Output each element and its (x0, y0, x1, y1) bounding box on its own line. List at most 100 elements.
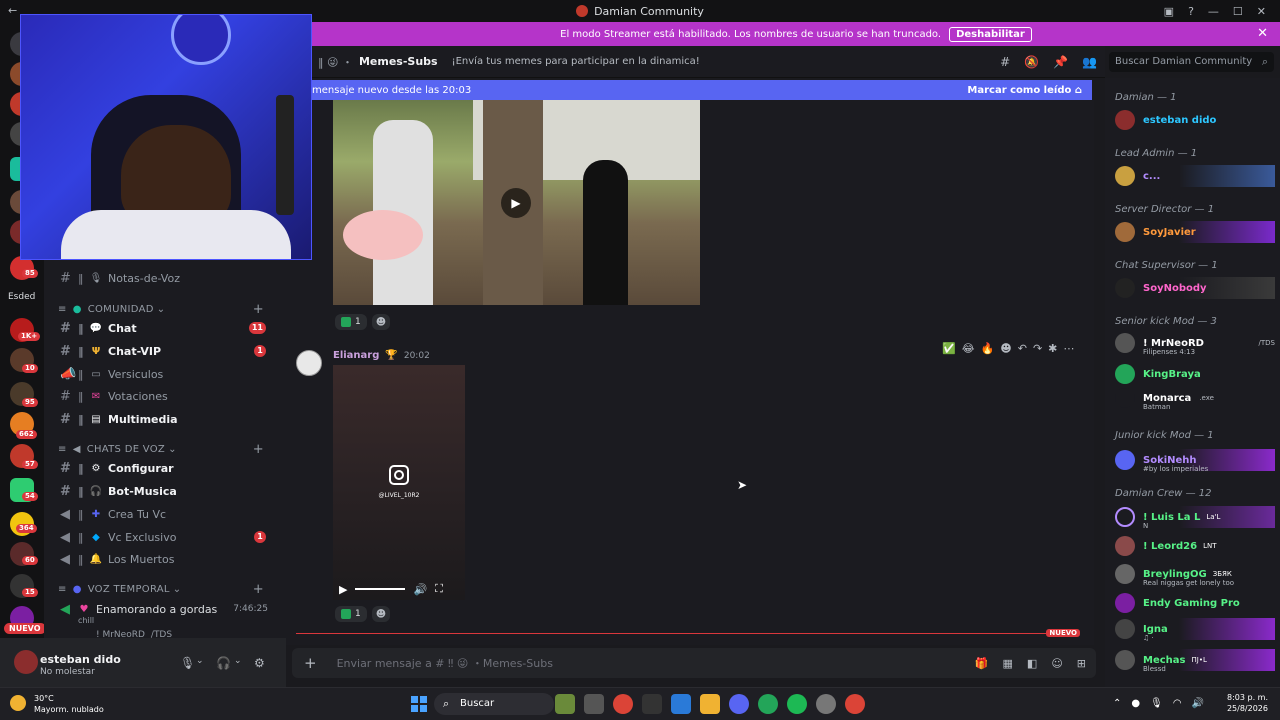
voice-member[interactable]: ! MrNeoRD /TDS (96, 630, 172, 638)
close-icon[interactable]: ✕ (1257, 26, 1268, 41)
channel-notas-de-voz[interactable]: # ‖ 🎙 Notas-de-Voz (60, 268, 280, 288)
chevron-down-icon[interactable]: ⌄ (196, 656, 204, 666)
member-item[interactable]: SokiNehh #by los imperiales (1115, 449, 1275, 473)
pin-icon[interactable]: ✱ (1048, 342, 1057, 355)
chevron-down-icon[interactable]: ⌄ (234, 656, 242, 666)
check-emoji-icon[interactable]: ✅ (942, 342, 956, 355)
chevron-up-icon[interactable]: ⌃ (1113, 698, 1121, 709)
new-messages-bar[interactable]: mensaje nuevo desde las 20:03 Marcar com… (312, 80, 1092, 100)
member-item[interactable]: KingBraya (1115, 363, 1275, 385)
app-icon[interactable] (758, 694, 778, 714)
emoji-icon[interactable]: ☺ (1051, 657, 1062, 670)
spotify-icon[interactable] (787, 694, 807, 714)
forward-icon[interactable]: ↷ (1033, 342, 1042, 355)
apps-icon[interactable]: ⊞ (1077, 657, 1086, 670)
threads-icon[interactable]: # (1000, 55, 1010, 69)
category-chats-de-voz[interactable]: ≡ ◀ CHATS DE VOZ ⌄ + (58, 441, 278, 457)
channel-los-muertos[interactable]: ◀ ‖ 🔔 Los Muertos (60, 549, 280, 569)
close-window-button[interactable]: ✕ (1257, 5, 1266, 18)
reaction-button[interactable]: 1 (335, 606, 367, 622)
play-icon[interactable]: ▶ (339, 583, 347, 596)
add-channel-button[interactable]: + (253, 302, 264, 317)
attach-plus-icon[interactable]: + (304, 654, 317, 672)
avatar[interactable] (296, 350, 322, 376)
channel-multimedia[interactable]: # ‖ ▤ Multimedia (60, 409, 280, 429)
member-item[interactable]: Monarca .exe Batman (1115, 387, 1275, 411)
video-attachment[interactable]: @LIVEL_10R2 (333, 365, 465, 600)
windows-start-icon[interactable] (411, 696, 427, 712)
pin-icon[interactable]: 📌 (1053, 55, 1068, 69)
member-list-icon[interactable]: 👥 (1082, 55, 1097, 69)
member-item[interactable]: esteban dido (1115, 109, 1275, 131)
app-icon[interactable] (816, 694, 836, 714)
category-comunidad[interactable]: ≡ ● COMUNIDAD ⌄ + (58, 301, 278, 317)
channel-votaciones[interactable]: # ‖ ✉ Votaciones (60, 386, 280, 406)
chrome-icon[interactable] (845, 694, 865, 714)
channel-chat-vip[interactable]: # ‖ Ψ Chat-VIP 1 (60, 341, 280, 361)
fullscreen-icon[interactable]: ⛶ (435, 582, 443, 596)
chrome-icon[interactable] (613, 694, 633, 714)
member-item[interactable]: c... (1115, 165, 1275, 187)
help-icon[interactable]: ? (1188, 5, 1194, 18)
headphones-icon[interactable]: 🎧 (216, 656, 231, 670)
clock[interactable]: 8:03 p. m. 25/8/2026 (1227, 692, 1268, 714)
add-channel-button[interactable]: + (253, 442, 264, 457)
mark-as-read-button[interactable]: Marcar como leído ⌂ (967, 85, 1082, 96)
back-arrow-icon[interactable]: ← (8, 4, 17, 17)
gif-icon[interactable]: ▦ (1003, 657, 1013, 670)
channel-crea-tu-vc[interactable]: ◀ ‖ ✚ Crea Tu Vc (60, 504, 280, 524)
microphone-icon[interactable]: 🎙 (1150, 698, 1163, 709)
member-item[interactable]: Igna ♫ · (1115, 618, 1275, 642)
task-view-icon[interactable] (584, 694, 604, 714)
reply-icon[interactable]: ↶ (1018, 342, 1027, 355)
member-item[interactable]: ! Luis La L La'L N (1115, 506, 1275, 530)
member-item[interactable]: Mechas ΠЈ•L Blessd (1115, 649, 1275, 673)
channel-chat[interactable]: # ‖ 💬 Chat 11 (60, 318, 280, 338)
search-input[interactable]: Buscar Damian Community ⌕ (1109, 52, 1274, 72)
reaction-button[interactable]: 1 (335, 314, 367, 330)
play-icon[interactable]: ▶ (501, 188, 531, 218)
channel-vc-exclusivo[interactable]: ◀ ‖ ◆ Vc Exclusivo 1 (60, 527, 280, 547)
microphone-icon[interactable]: 🎙 (180, 656, 195, 670)
taskbar-search[interactable]: ⌕ Buscar (434, 693, 554, 715)
minimize-button[interactable]: — (1208, 5, 1219, 18)
gift-icon[interactable]: 🎁 (975, 657, 989, 670)
member-item[interactable]: ! MrNeoRD /TDS Filipenses 4:13 (1115, 332, 1275, 356)
message-author[interactable]: Elianarg (333, 350, 379, 361)
channel-topic[interactable]: ¡Envía tus memes para participar en la d… (452, 56, 700, 67)
avatar[interactable] (14, 650, 38, 674)
volume-icon[interactable]: 🔊 (1192, 698, 1204, 709)
maximize-button[interactable]: ☐ (1233, 5, 1243, 18)
file-explorer-icon[interactable] (700, 694, 720, 714)
app-icon[interactable] (642, 694, 662, 714)
inbox-icon[interactable]: ▣ (1164, 5, 1174, 18)
channel-versiculos[interactable]: 📣 ‖ ▭ Versiculos (60, 364, 280, 384)
member-item[interactable]: ! Leord26 LNT (1115, 535, 1275, 557)
video-attachment[interactable]: ▶ (333, 100, 700, 305)
message-composer[interactable]: + Enviar mensaje a # ‼ 😜 ・Memes-Subs 🎁 ▦… (292, 648, 1096, 678)
weather-widget[interactable]: 30°C Mayorm. nublado (10, 693, 104, 715)
member-item[interactable]: SoyJavier (1115, 221, 1275, 243)
wifi-icon[interactable]: ◠ (1173, 698, 1182, 709)
tray-app-icon[interactable]: ● (1131, 698, 1140, 709)
volume-slider[interactable] (355, 588, 406, 590)
category-voz-temporal[interactable]: ≡ ● VOZ TEMPORAL ⌄ + (58, 581, 278, 597)
settings-gear-icon[interactable]: ⚙ (254, 656, 265, 670)
message-input[interactable]: Enviar mensaje a # ‼ 😜 ・Memes-Subs (337, 655, 553, 671)
member-item[interactable]: Endy Gaming Pro (1115, 592, 1275, 614)
fire-emoji-icon[interactable]: 🔥 (981, 342, 995, 355)
add-reaction-icon[interactable]: ☻ (372, 314, 390, 330)
widgets-app-icon[interactable] (555, 694, 575, 714)
laugh-emoji-icon[interactable]: 😂 (962, 342, 975, 355)
volume-icon[interactable]: 🔊 (413, 583, 427, 596)
member-item[interactable]: BreylingOG ЗБЯК Real niggas get lonely t… (1115, 563, 1275, 587)
channel-configurar[interactable]: # ‖ ⚙ Configurar (60, 458, 280, 478)
disable-streamer-button[interactable]: Deshabilitar (949, 26, 1032, 42)
sticker-icon[interactable]: ◧ (1027, 657, 1037, 670)
add-reaction-icon[interactable]: ☻ (1000, 342, 1011, 355)
add-channel-button[interactable]: + (253, 582, 264, 597)
discord-icon[interactable] (729, 694, 749, 714)
add-reaction-icon[interactable]: ☻ (372, 606, 390, 622)
channel-bot-musica[interactable]: # ‖ 🎧 Bot-Musica (60, 481, 280, 501)
more-icon[interactable]: ⋯ (1063, 342, 1074, 355)
